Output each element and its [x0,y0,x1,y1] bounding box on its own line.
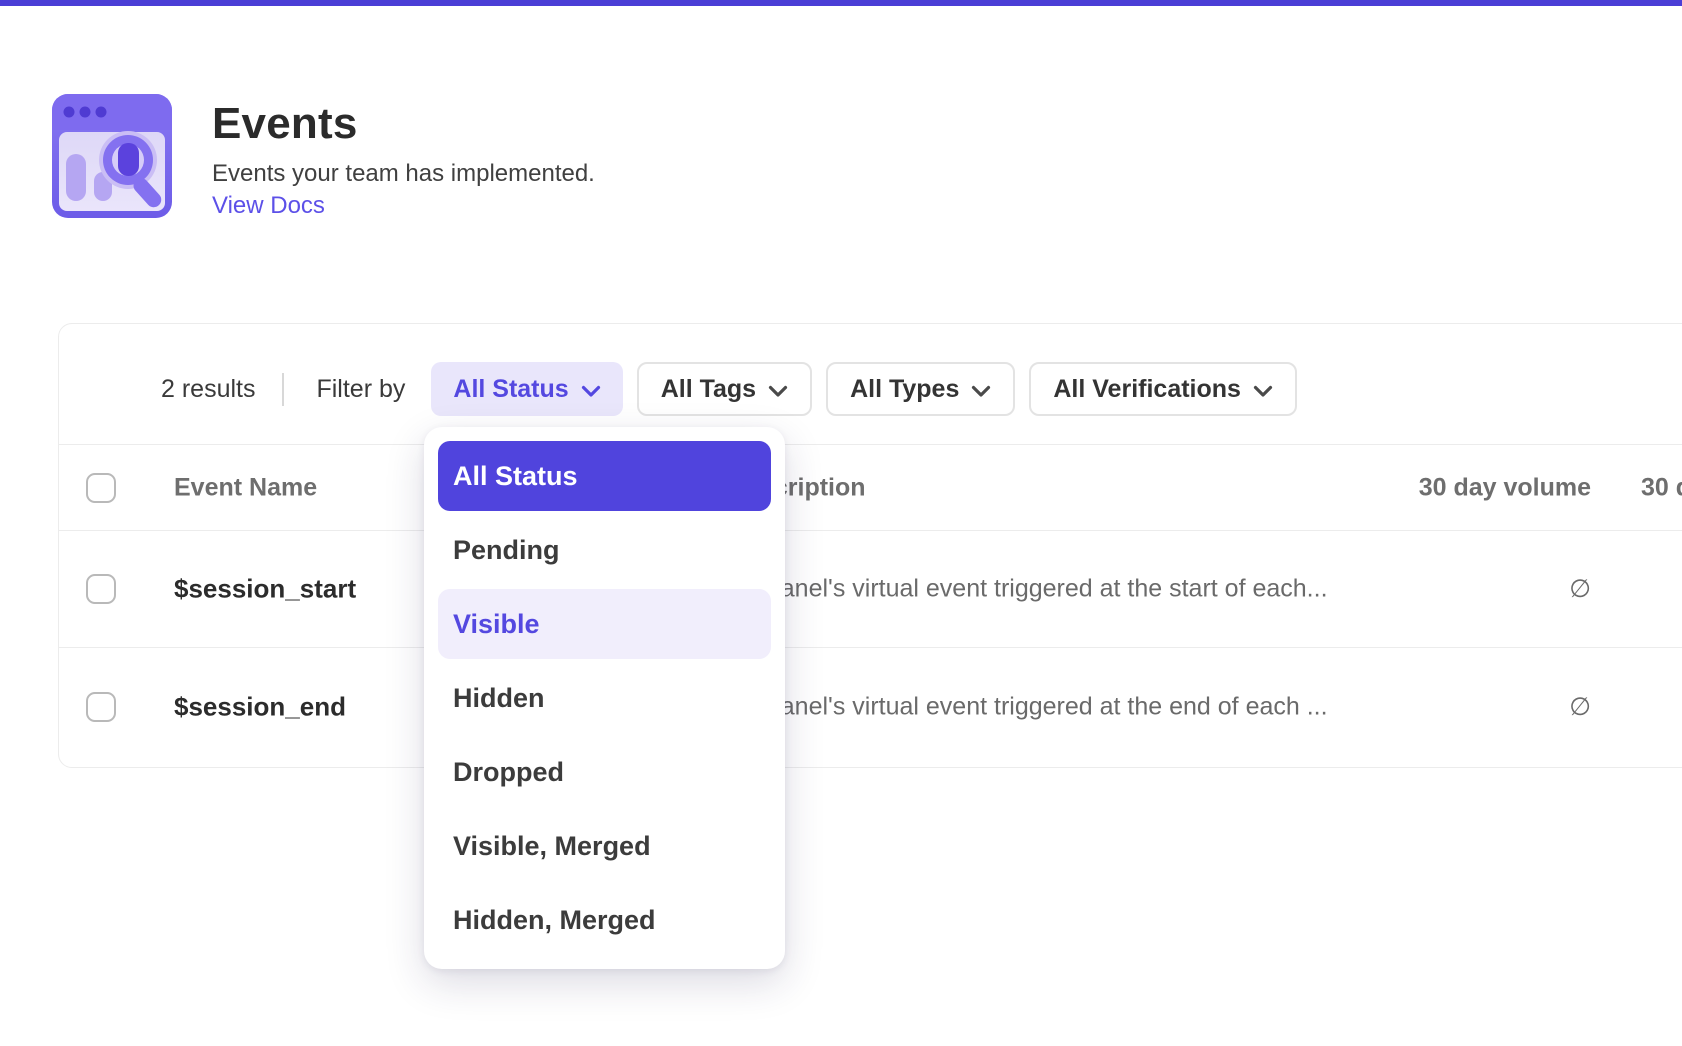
dropdown-option-visible-merged[interactable]: Visible, Merged [438,811,771,881]
dropdown-option-visible[interactable]: Visible [438,589,771,659]
toolbar-divider [282,373,284,406]
dropdown-option-pending[interactable]: Pending [438,515,771,585]
tags-filter-label: All Tags [661,375,756,404]
dropdown-option-hidden-merged[interactable]: Hidden, Merged [438,885,771,955]
column-header-30-day-users: 30 day users [1641,473,1682,502]
chevron-down-icon [971,376,991,405]
types-filter-button[interactable]: All Types [826,362,1015,416]
filter-by-label: Filter by [316,375,405,404]
column-header-30-day-volume: 30 day volume [1294,473,1591,502]
table-row[interactable]: $session_start Mixpanel's virtual event … [59,531,1682,648]
verifications-filter-button[interactable]: All Verifications [1029,362,1297,416]
event-description-cell: Mixpanel's virtual event triggered at th… [728,692,1328,721]
verifications-filter-label: All Verifications [1053,375,1241,404]
chevron-down-icon [768,376,788,405]
table-header-row: Event Name Description 30 day volume 30 … [59,445,1682,531]
page-subtitle: Events your team has implemented. [212,160,595,188]
filter-toolbar: 2 results Filter by All Status All Tags … [59,324,1682,445]
results-count: 2 results [161,375,255,404]
chevron-down-icon [581,376,601,405]
event-name-cell: $session_end [174,691,346,722]
page-title: Events [212,100,358,148]
dropdown-option-all-status[interactable]: All Status [438,441,771,511]
view-docs-link[interactable]: View Docs [212,192,325,220]
top-accent-bar [0,0,1682,6]
table-row[interactable]: $session_end Mixpanel's virtual event tr… [59,648,1682,765]
row-checkbox[interactable] [86,692,116,722]
filter-pills: All Status All Tags All Types All Verifi… [431,362,1297,416]
event-description-cell: Mixpanel's virtual event triggered at th… [728,575,1328,604]
chevron-down-icon [1253,376,1273,405]
volume-cell: ∅ [1294,692,1591,722]
status-filter-button[interactable]: All Status [431,362,622,416]
types-filter-label: All Types [850,375,959,404]
column-header-event-name: Event Name [174,473,317,502]
status-filter-label: All Status [453,375,568,404]
row-checkbox[interactable] [86,574,116,604]
volume-cell: ∅ [1294,574,1591,604]
event-name-cell: $session_start [174,574,356,605]
dropdown-option-hidden[interactable]: Hidden [438,663,771,733]
status-filter-dropdown: All Status Pending Visible Hidden Droppe… [424,427,785,969]
events-table-card: 2 results Filter by All Status All Tags … [58,323,1682,768]
events-page-icon [52,94,172,218]
dropdown-option-dropped[interactable]: Dropped [438,737,771,807]
select-all-checkbox[interactable] [86,473,116,503]
tags-filter-button[interactable]: All Tags [637,362,812,416]
